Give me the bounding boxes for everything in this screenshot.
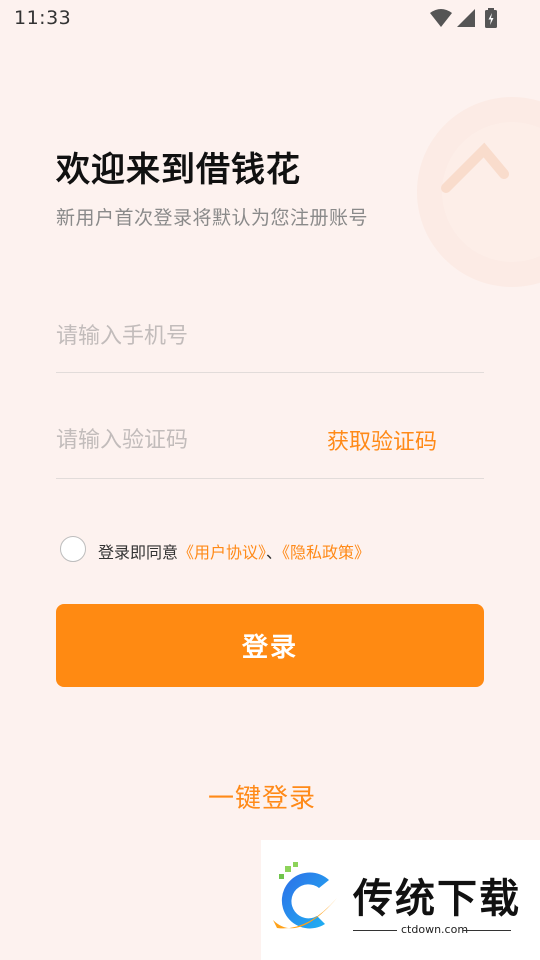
status-time: 11:33 — [14, 7, 72, 29]
watermark: 传统下载 ctdown.com — [261, 840, 540, 960]
welcome-title: 欢迎来到借钱花 — [56, 150, 301, 190]
battery-icon — [485, 8, 497, 28]
status-bar: 11:33 — [0, 0, 540, 36]
agreement-prefix: 登录即同意 — [98, 543, 179, 562]
watermark-site: ctdown.com — [401, 923, 469, 936]
agreement-text: 登录即同意《用户协议》、《隐私政策》 — [98, 539, 370, 563]
get-code-button[interactable]: 获取验证码 — [327, 424, 437, 456]
phone-input[interactable] — [56, 318, 476, 354]
status-icons — [430, 8, 500, 28]
login-button[interactable]: 登录 — [56, 604, 484, 687]
agreement-separator: 、 — [266, 543, 283, 562]
background-decoration — [417, 97, 540, 287]
verification-code-input[interactable] — [56, 422, 316, 458]
watermark-title: 传统下载 — [353, 876, 521, 922]
watermark-line-left — [353, 930, 397, 931]
code-underline — [56, 478, 484, 479]
welcome-subtitle: 新用户首次登录将默认为您注册账号 — [56, 207, 369, 229]
agreement-checkbox[interactable] — [60, 536, 86, 562]
watermark-line-right — [463, 930, 511, 931]
privacy-policy-link[interactable]: 《隐私政策》 — [282, 543, 370, 562]
user-agreement-link[interactable]: 《用户协议》 — [178, 543, 266, 562]
phone-underline — [56, 372, 484, 373]
signal-icon — [457, 9, 475, 27]
watermark-logo-icon — [273, 862, 337, 929]
one-key-login-link[interactable]: 一键登录 — [0, 778, 540, 815]
wifi-icon — [430, 9, 452, 27]
